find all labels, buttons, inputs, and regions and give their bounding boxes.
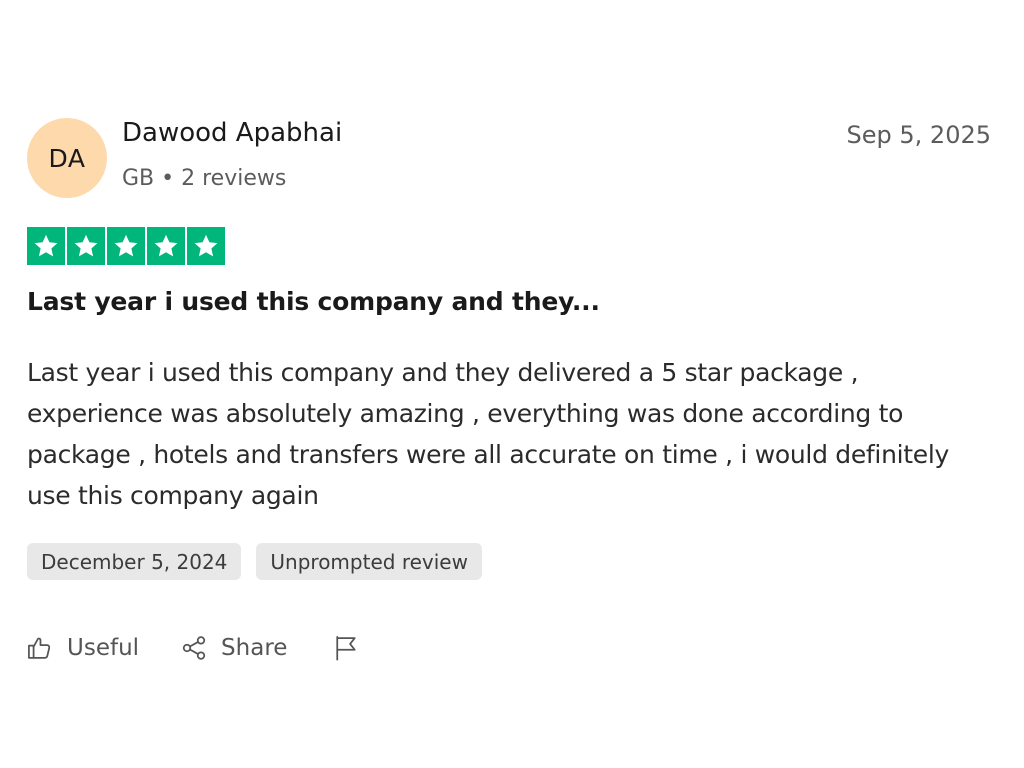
star-rating bbox=[27, 227, 225, 265]
thumbs-up-icon bbox=[25, 633, 55, 663]
star-icon bbox=[147, 227, 185, 265]
useful-label: Useful bbox=[67, 635, 140, 661]
review-type-badge[interactable]: Unprompted review bbox=[256, 543, 482, 580]
star-icon bbox=[187, 227, 225, 265]
reviewer-meta: GB • 2 reviews bbox=[122, 166, 287, 191]
avatar[interactable]: DA bbox=[27, 118, 107, 198]
star-icon bbox=[67, 227, 105, 265]
star-icon bbox=[107, 227, 145, 265]
report-button[interactable] bbox=[331, 633, 361, 663]
review-date: Sep 5, 2025 bbox=[846, 121, 991, 149]
share-icon bbox=[179, 633, 209, 663]
avatar-initials: DA bbox=[48, 143, 86, 173]
share-label: Share bbox=[221, 635, 288, 661]
review-body: Last year i used this company and they d… bbox=[27, 358, 949, 510]
experience-date-badge: December 5, 2024 bbox=[27, 543, 242, 580]
flag-icon bbox=[331, 633, 361, 663]
reviewer-name[interactable]: Dawood Apabhai bbox=[122, 118, 342, 148]
review-tags: December 5, 2024 Unprompted review bbox=[27, 543, 482, 580]
review-actions: Useful Share bbox=[25, 633, 361, 663]
useful-button[interactable]: Useful bbox=[25, 633, 139, 663]
star-icon bbox=[27, 227, 65, 265]
review-card: DA Dawood Apabhai GB • 2 reviews Sep 5, … bbox=[0, 0, 1024, 768]
share-button[interactable]: Share bbox=[179, 633, 287, 663]
review-title[interactable]: Last year i used this company and they..… bbox=[27, 287, 600, 316]
